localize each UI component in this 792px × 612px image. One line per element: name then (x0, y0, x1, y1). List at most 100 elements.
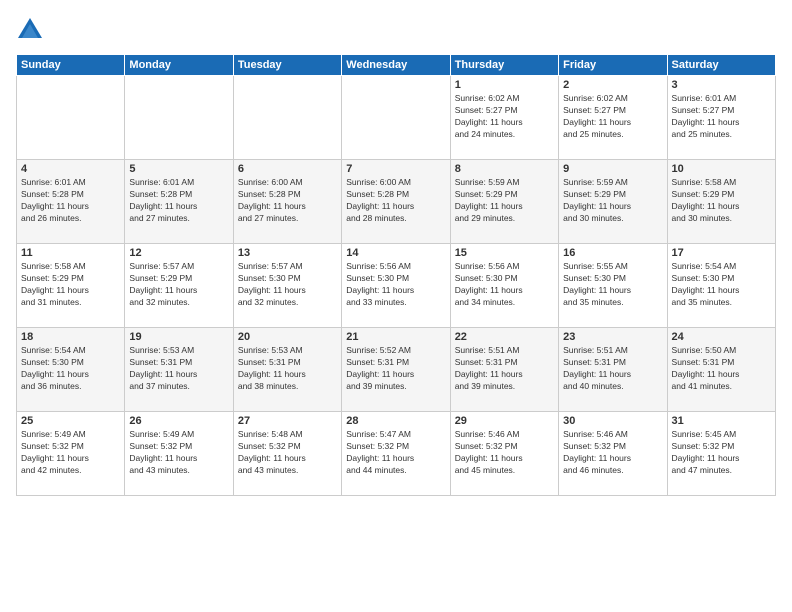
day-info: Sunrise: 5:46 AMSunset: 5:32 PMDaylight:… (563, 429, 662, 477)
calendar: SundayMondayTuesdayWednesdayThursdayFrid… (16, 54, 776, 496)
day-number: 14 (346, 247, 445, 259)
day-info: Sunrise: 5:49 AMSunset: 5:32 PMDaylight:… (129, 429, 228, 477)
day-number: 28 (346, 415, 445, 427)
day-info: Sunrise: 5:54 AMSunset: 5:30 PMDaylight:… (21, 345, 120, 393)
calendar-header-tuesday: Tuesday (233, 55, 341, 76)
day-number: 17 (672, 247, 771, 259)
day-info: Sunrise: 6:01 AMSunset: 5:28 PMDaylight:… (129, 177, 228, 225)
calendar-cell: 2 Sunrise: 6:02 AMSunset: 5:27 PMDaylight… (559, 76, 667, 160)
calendar-cell: 21 Sunrise: 5:52 AMSunset: 5:31 PMDayligh… (342, 328, 450, 412)
day-info: Sunrise: 5:48 AMSunset: 5:32 PMDaylight:… (238, 429, 337, 477)
day-info: Sunrise: 5:53 AMSunset: 5:31 PMDaylight:… (129, 345, 228, 393)
day-number: 12 (129, 247, 228, 259)
day-info: Sunrise: 5:59 AMSunset: 5:29 PMDaylight:… (563, 177, 662, 225)
calendar-header-row: SundayMondayTuesdayWednesdayThursdayFrid… (17, 55, 776, 76)
day-info: Sunrise: 5:52 AMSunset: 5:31 PMDaylight:… (346, 345, 445, 393)
day-number: 9 (563, 163, 662, 175)
calendar-header-friday: Friday (559, 55, 667, 76)
day-info: Sunrise: 5:45 AMSunset: 5:32 PMDaylight:… (672, 429, 771, 477)
day-number: 6 (238, 163, 337, 175)
calendar-header-sunday: Sunday (17, 55, 125, 76)
day-number: 16 (563, 247, 662, 259)
calendar-cell: 5 Sunrise: 6:01 AMSunset: 5:28 PMDaylight… (125, 160, 233, 244)
day-number: 27 (238, 415, 337, 427)
day-info: Sunrise: 6:00 AMSunset: 5:28 PMDaylight:… (238, 177, 337, 225)
calendar-cell: 16Sunrise: 5:55 AMSunset: 5:30 PMDayligh… (559, 244, 667, 328)
day-number: 13 (238, 247, 337, 259)
calendar-cell: 12Sunrise: 5:57 AMSunset: 5:29 PMDayligh… (125, 244, 233, 328)
day-info: Sunrise: 6:02 AMSunset: 5:27 PMDaylight:… (563, 93, 662, 141)
calendar-cell: 22 Sunrise: 5:51 AMSunset: 5:31 PMDayligh… (450, 328, 558, 412)
day-info: Sunrise: 5:59 AMSunset: 5:29 PMDaylight:… (455, 177, 554, 225)
calendar-cell: 14 Sunrise: 5:56 AMSunset: 5:30 PMDayligh… (342, 244, 450, 328)
calendar-cell: 28Sunrise: 5:47 AMSunset: 5:32 PMDayligh… (342, 412, 450, 496)
day-number: 15 (455, 247, 554, 259)
day-number: 10 (672, 163, 771, 175)
day-info: Sunrise: 5:54 AMSunset: 5:30 PMDaylight:… (672, 261, 771, 309)
calendar-week-3: 11Sunrise: 5:58 AMSunset: 5:29 PMDayligh… (17, 244, 776, 328)
calendar-cell: 9 Sunrise: 5:59 AMSunset: 5:29 PMDaylight… (559, 160, 667, 244)
calendar-cell: 10 Sunrise: 5:58 AMSunset: 5:29 PMDayligh… (667, 160, 775, 244)
day-number: 25 (21, 415, 120, 427)
page-container: SundayMondayTuesdayWednesdayThursdayFrid… (0, 0, 792, 612)
day-number: 18 (21, 331, 120, 343)
day-number: 11 (21, 247, 120, 259)
calendar-cell (233, 76, 341, 160)
calendar-cell: 13Sunrise: 5:57 AMSunset: 5:30 PMDayligh… (233, 244, 341, 328)
day-info: Sunrise: 5:51 AMSunset: 5:31 PMDaylight:… (455, 345, 554, 393)
calendar-cell: 25 Sunrise: 5:49 AMSunset: 5:32 PMDayligh… (17, 412, 125, 496)
day-info: Sunrise: 5:51 AMSunset: 5:31 PMDaylight:… (563, 345, 662, 393)
day-number: 24 (672, 331, 771, 343)
day-number: 20 (238, 331, 337, 343)
calendar-week-4: 18 Sunrise: 5:54 AMSunset: 5:30 PMDayligh… (17, 328, 776, 412)
day-info: Sunrise: 5:58 AMSunset: 5:29 PMDaylight:… (672, 177, 771, 225)
calendar-cell: 30 Sunrise: 5:46 AMSunset: 5:32 PMDayligh… (559, 412, 667, 496)
day-number: 4 (21, 163, 120, 175)
day-info: Sunrise: 5:50 AMSunset: 5:31 PMDaylight:… (672, 345, 771, 393)
calendar-cell: 7Sunrise: 6:00 AMSunset: 5:28 PMDaylight… (342, 160, 450, 244)
calendar-cell: 20 Sunrise: 5:53 AMSunset: 5:31 PMDayligh… (233, 328, 341, 412)
calendar-cell: 23 Sunrise: 5:51 AMSunset: 5:31 PMDayligh… (559, 328, 667, 412)
day-number: 21 (346, 331, 445, 343)
day-number: 5 (129, 163, 228, 175)
calendar-cell: 8 Sunrise: 5:59 AMSunset: 5:29 PMDaylight… (450, 160, 558, 244)
calendar-cell: 4 Sunrise: 6:01 AMSunset: 5:28 PMDaylight… (17, 160, 125, 244)
day-info: Sunrise: 5:49 AMSunset: 5:32 PMDaylight:… (21, 429, 120, 477)
day-info: Sunrise: 5:56 AMSunset: 5:30 PMDaylight:… (346, 261, 445, 309)
calendar-cell: 17 Sunrise: 5:54 AMSunset: 5:30 PMDayligh… (667, 244, 775, 328)
calendar-cell (125, 76, 233, 160)
calendar-cell: 26 Sunrise: 5:49 AMSunset: 5:32 PMDayligh… (125, 412, 233, 496)
calendar-cell: 1Sunrise: 6:02 AMSunset: 5:27 PMDaylight… (450, 76, 558, 160)
day-info: Sunrise: 6:01 AMSunset: 5:28 PMDaylight:… (21, 177, 120, 225)
day-number: 31 (672, 415, 771, 427)
day-number: 19 (129, 331, 228, 343)
day-number: 23 (563, 331, 662, 343)
day-number: 22 (455, 331, 554, 343)
day-number: 30 (563, 415, 662, 427)
calendar-cell: 15Sunrise: 5:56 AMSunset: 5:30 PMDayligh… (450, 244, 558, 328)
day-info: Sunrise: 6:01 AMSunset: 5:27 PMDaylight:… (672, 93, 771, 141)
calendar-header-thursday: Thursday (450, 55, 558, 76)
header (16, 16, 776, 44)
calendar-cell (17, 76, 125, 160)
calendar-header-monday: Monday (125, 55, 233, 76)
logo-icon (16, 16, 44, 44)
day-info: Sunrise: 6:00 AMSunset: 5:28 PMDaylight:… (346, 177, 445, 225)
logo (16, 16, 48, 44)
calendar-cell: 27 Sunrise: 5:48 AMSunset: 5:32 PMDayligh… (233, 412, 341, 496)
day-info: Sunrise: 5:53 AMSunset: 5:31 PMDaylight:… (238, 345, 337, 393)
calendar-week-1: 1Sunrise: 6:02 AMSunset: 5:27 PMDaylight… (17, 76, 776, 160)
calendar-cell: 18 Sunrise: 5:54 AMSunset: 5:30 PMDayligh… (17, 328, 125, 412)
calendar-cell: 6 Sunrise: 6:00 AMSunset: 5:28 PMDaylight… (233, 160, 341, 244)
calendar-cell: 19 Sunrise: 5:53 AMSunset: 5:31 PMDayligh… (125, 328, 233, 412)
calendar-week-2: 4 Sunrise: 6:01 AMSunset: 5:28 PMDaylight… (17, 160, 776, 244)
day-info: Sunrise: 6:02 AMSunset: 5:27 PMDaylight:… (455, 93, 554, 141)
day-number: 2 (563, 79, 662, 91)
day-number: 26 (129, 415, 228, 427)
day-number: 3 (672, 79, 771, 91)
calendar-header-wednesday: Wednesday (342, 55, 450, 76)
calendar-cell: 24 Sunrise: 5:50 AMSunset: 5:31 PMDayligh… (667, 328, 775, 412)
calendar-cell: 11Sunrise: 5:58 AMSunset: 5:29 PMDayligh… (17, 244, 125, 328)
day-number: 8 (455, 163, 554, 175)
calendar-header-saturday: Saturday (667, 55, 775, 76)
